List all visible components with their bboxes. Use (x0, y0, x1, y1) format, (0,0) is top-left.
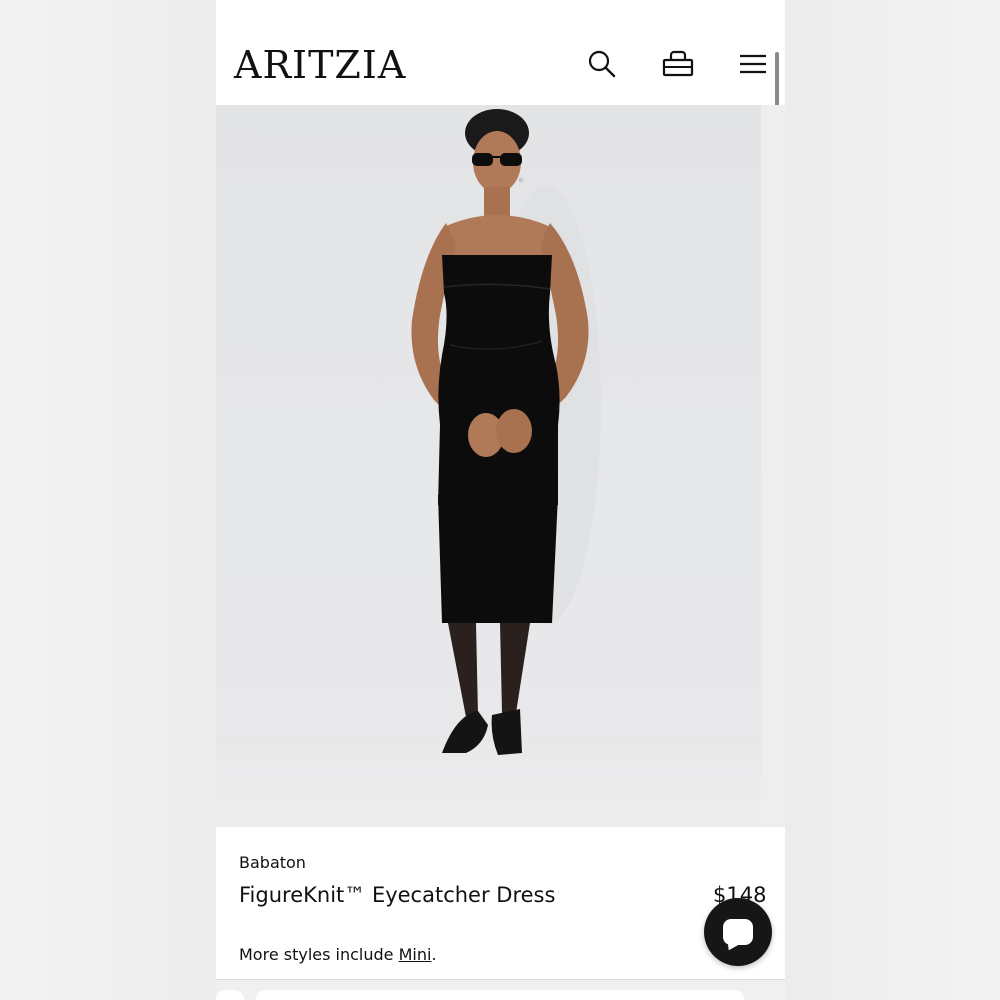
backdrop-right (785, 0, 1000, 1000)
more-styles-prefix: More styles include (239, 945, 399, 964)
chat-button[interactable] (704, 898, 772, 966)
hamburger-menu-icon[interactable] (735, 46, 771, 82)
site-header: ARITZIA (216, 0, 785, 105)
bottom-pill-main[interactable] (256, 990, 744, 1000)
next-image-peek[interactable] (761, 105, 785, 827)
more-styles-text: More styles include Mini. (239, 945, 437, 964)
chat-icon (723, 919, 753, 945)
product-brand[interactable]: Babaton (239, 853, 306, 872)
bottom-pill-left[interactable] (216, 990, 244, 1000)
product-info: Babaton FigureKnit™ Eyecatcher Dress $14… (216, 827, 785, 979)
search-icon[interactable] (584, 46, 620, 82)
shopping-bag-icon[interactable] (660, 46, 696, 82)
mobile-viewport: ARITZIA Babaton FigureKnit™ Eyecatcher D… (216, 0, 785, 1000)
backdrop-left (0, 0, 216, 1000)
product-name: FigureKnit™ Eyecatcher Dress (239, 883, 556, 907)
more-styles-suffix: . (431, 945, 437, 964)
model-illustration (411, 109, 601, 755)
product-image[interactable] (216, 105, 761, 827)
more-styles-link[interactable]: Mini (399, 945, 432, 964)
brand-logo[interactable]: ARITZIA (234, 40, 406, 90)
